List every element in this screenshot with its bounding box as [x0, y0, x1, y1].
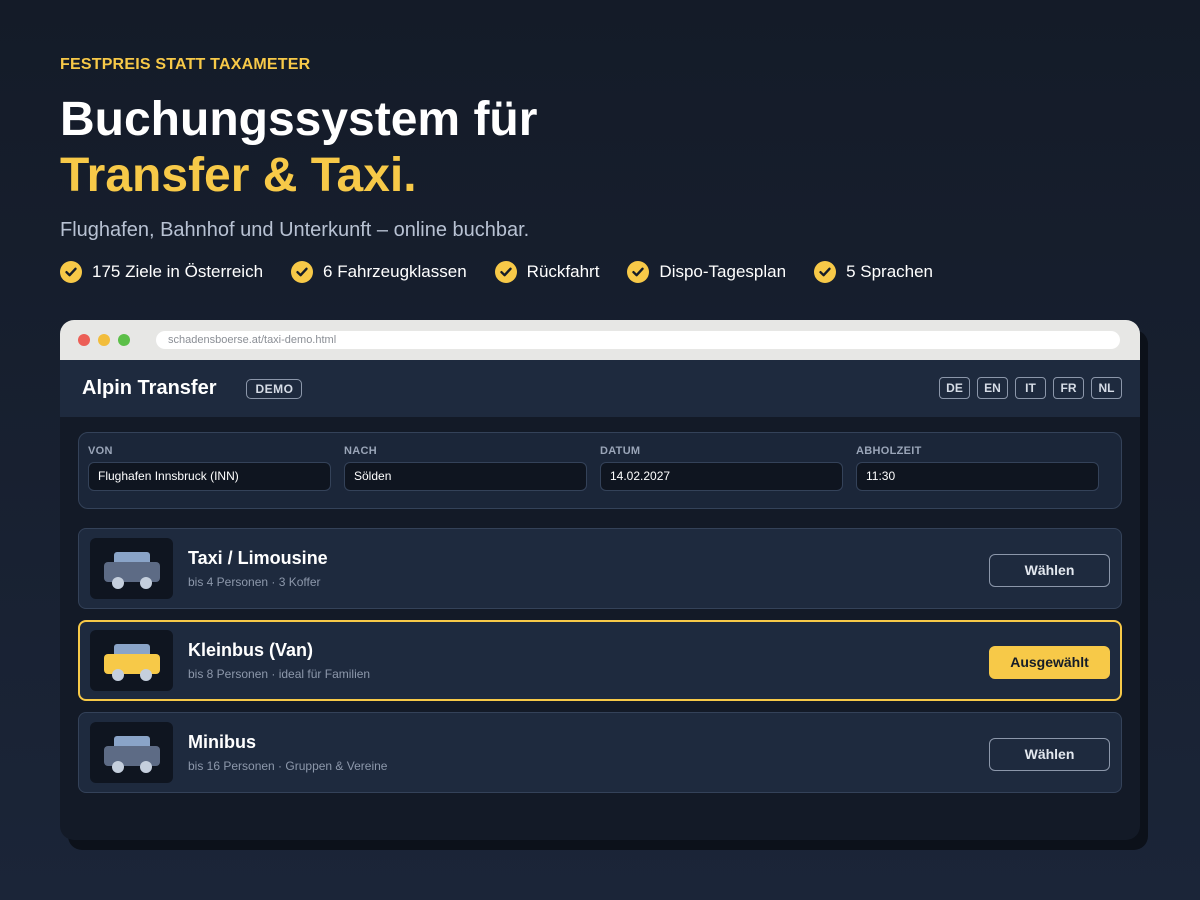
browser-window: schadensboerse.at/taxi-demo.html Alpin T… — [60, 320, 1140, 840]
minimize-window-dot[interactable] — [98, 334, 110, 346]
select-vehicle-button[interactable]: Wählen — [989, 738, 1110, 771]
from-label: VON — [88, 445, 113, 457]
feature-item: 6 Fahrzeugklassen — [291, 261, 467, 283]
headline: Buchungssystem für Transfer & Taxi. — [60, 92, 537, 204]
feature-item: 5 Sprachen — [814, 261, 933, 283]
feature-label: Dispo-Tagesplan — [659, 262, 787, 281]
car-icon — [90, 722, 173, 783]
time-field-group: ABHOLZEIT 11:30 — [856, 445, 1099, 508]
car-icon — [90, 630, 173, 691]
language-switcher: DE EN IT FR NL — [939, 377, 1122, 399]
feature-item: Dispo-Tagesplan — [627, 261, 786, 283]
check-circle-icon — [494, 261, 517, 283]
selected-vehicle-button[interactable]: Ausgewählt — [989, 646, 1110, 679]
time-label: ABHOLZEIT — [856, 445, 922, 457]
lang-button-fr[interactable]: FR — [1053, 377, 1084, 399]
date-input[interactable]: 14.02.2027 — [600, 462, 843, 491]
browser-chrome: schadensboerse.at/taxi-demo.html — [60, 320, 1140, 360]
demo-badge: DEMO — [246, 378, 303, 399]
check-circle-icon — [291, 261, 314, 283]
lang-button-de[interactable]: DE — [939, 377, 970, 399]
vehicle-text: Kleinbus (Van) bis 8 Personen · ideal fü… — [188, 640, 370, 681]
close-window-dot[interactable] — [78, 334, 90, 346]
vehicle-description: bis 16 Personen · Gruppen & Vereine — [188, 759, 388, 773]
vehicle-text: Taxi / Limousine bis 4 Personen · 3 Koff… — [188, 548, 328, 589]
eyebrow: FESTPREIS STATT TAXAMETER — [60, 56, 311, 73]
car-icon — [90, 538, 173, 599]
vehicle-name: Taxi / Limousine — [188, 548, 328, 568]
vehicle-text: Minibus bis 16 Personen · Gruppen & Vere… — [188, 732, 387, 773]
feature-label: 175 Ziele in Österreich — [92, 262, 264, 281]
check-circle-icon — [814, 261, 837, 283]
feature-list: 175 Ziele in Österreich 6 Fahrzeugklasse… — [60, 261, 933, 283]
vehicle-name: Kleinbus (Van) — [188, 640, 314, 660]
vehicle-name: Minibus — [188, 732, 256, 752]
time-input[interactable]: 11:30 — [856, 462, 1099, 491]
date-field-group: DATUM 14.02.2027 — [600, 445, 843, 508]
vehicle-card-minibus[interactable]: Minibus bis 16 Personen · Gruppen & Vere… — [78, 712, 1122, 793]
to-label: NACH — [344, 445, 377, 457]
date-label: DATUM — [600, 445, 641, 457]
booking-content: VON Flughafen Innsbruck (INN) NACH Sölde… — [60, 417, 1140, 793]
maximize-window-dot[interactable] — [118, 334, 130, 346]
app-header: Alpin Transfer DEMO DE EN IT FR NL — [60, 360, 1140, 417]
vehicle-card-van[interactable]: Kleinbus (Van) bis 8 Personen · ideal fü… — [78, 620, 1122, 701]
vehicle-card-taxi[interactable]: Taxi / Limousine bis 4 Personen · 3 Koff… — [78, 528, 1122, 609]
subline: Flughafen, Bahnhof und Unterkunft – onli… — [60, 219, 530, 241]
feature-label: 6 Fahrzeugklassen — [323, 262, 467, 281]
to-field-group: NACH Sölden — [344, 445, 587, 508]
feature-item: 175 Ziele in Österreich — [60, 261, 263, 283]
to-input[interactable]: Sölden — [344, 462, 587, 491]
from-input[interactable]: Flughafen Innsbruck (INN) — [88, 462, 331, 491]
feature-label: 5 Sprachen — [846, 262, 934, 281]
booking-form: VON Flughafen Innsbruck (INN) NACH Sölde… — [78, 432, 1122, 509]
feature-item: Rückfahrt — [494, 261, 600, 283]
lang-button-it[interactable]: IT — [1015, 377, 1046, 399]
feature-label: Rückfahrt — [526, 262, 600, 281]
check-circle-icon — [60, 261, 82, 283]
select-vehicle-button[interactable]: Wählen — [989, 554, 1110, 587]
vehicle-description: bis 4 Personen · 3 Koffer — [188, 575, 321, 589]
from-field-group: VON Flughafen Innsbruck (INN) — [88, 445, 331, 508]
headline-line2: Transfer & Taxi. — [60, 149, 417, 202]
check-circle-icon — [627, 261, 650, 283]
headline-line1: Buchungssystem für — [60, 93, 538, 146]
lang-button-en[interactable]: EN — [977, 377, 1008, 399]
brand-name: Alpin Transfer — [82, 377, 217, 399]
address-bar[interactable]: schadensboerse.at/taxi-demo.html — [156, 331, 1120, 349]
lang-button-nl[interactable]: NL — [1091, 377, 1122, 399]
vehicle-description: bis 8 Personen · ideal für Familien — [188, 667, 371, 681]
